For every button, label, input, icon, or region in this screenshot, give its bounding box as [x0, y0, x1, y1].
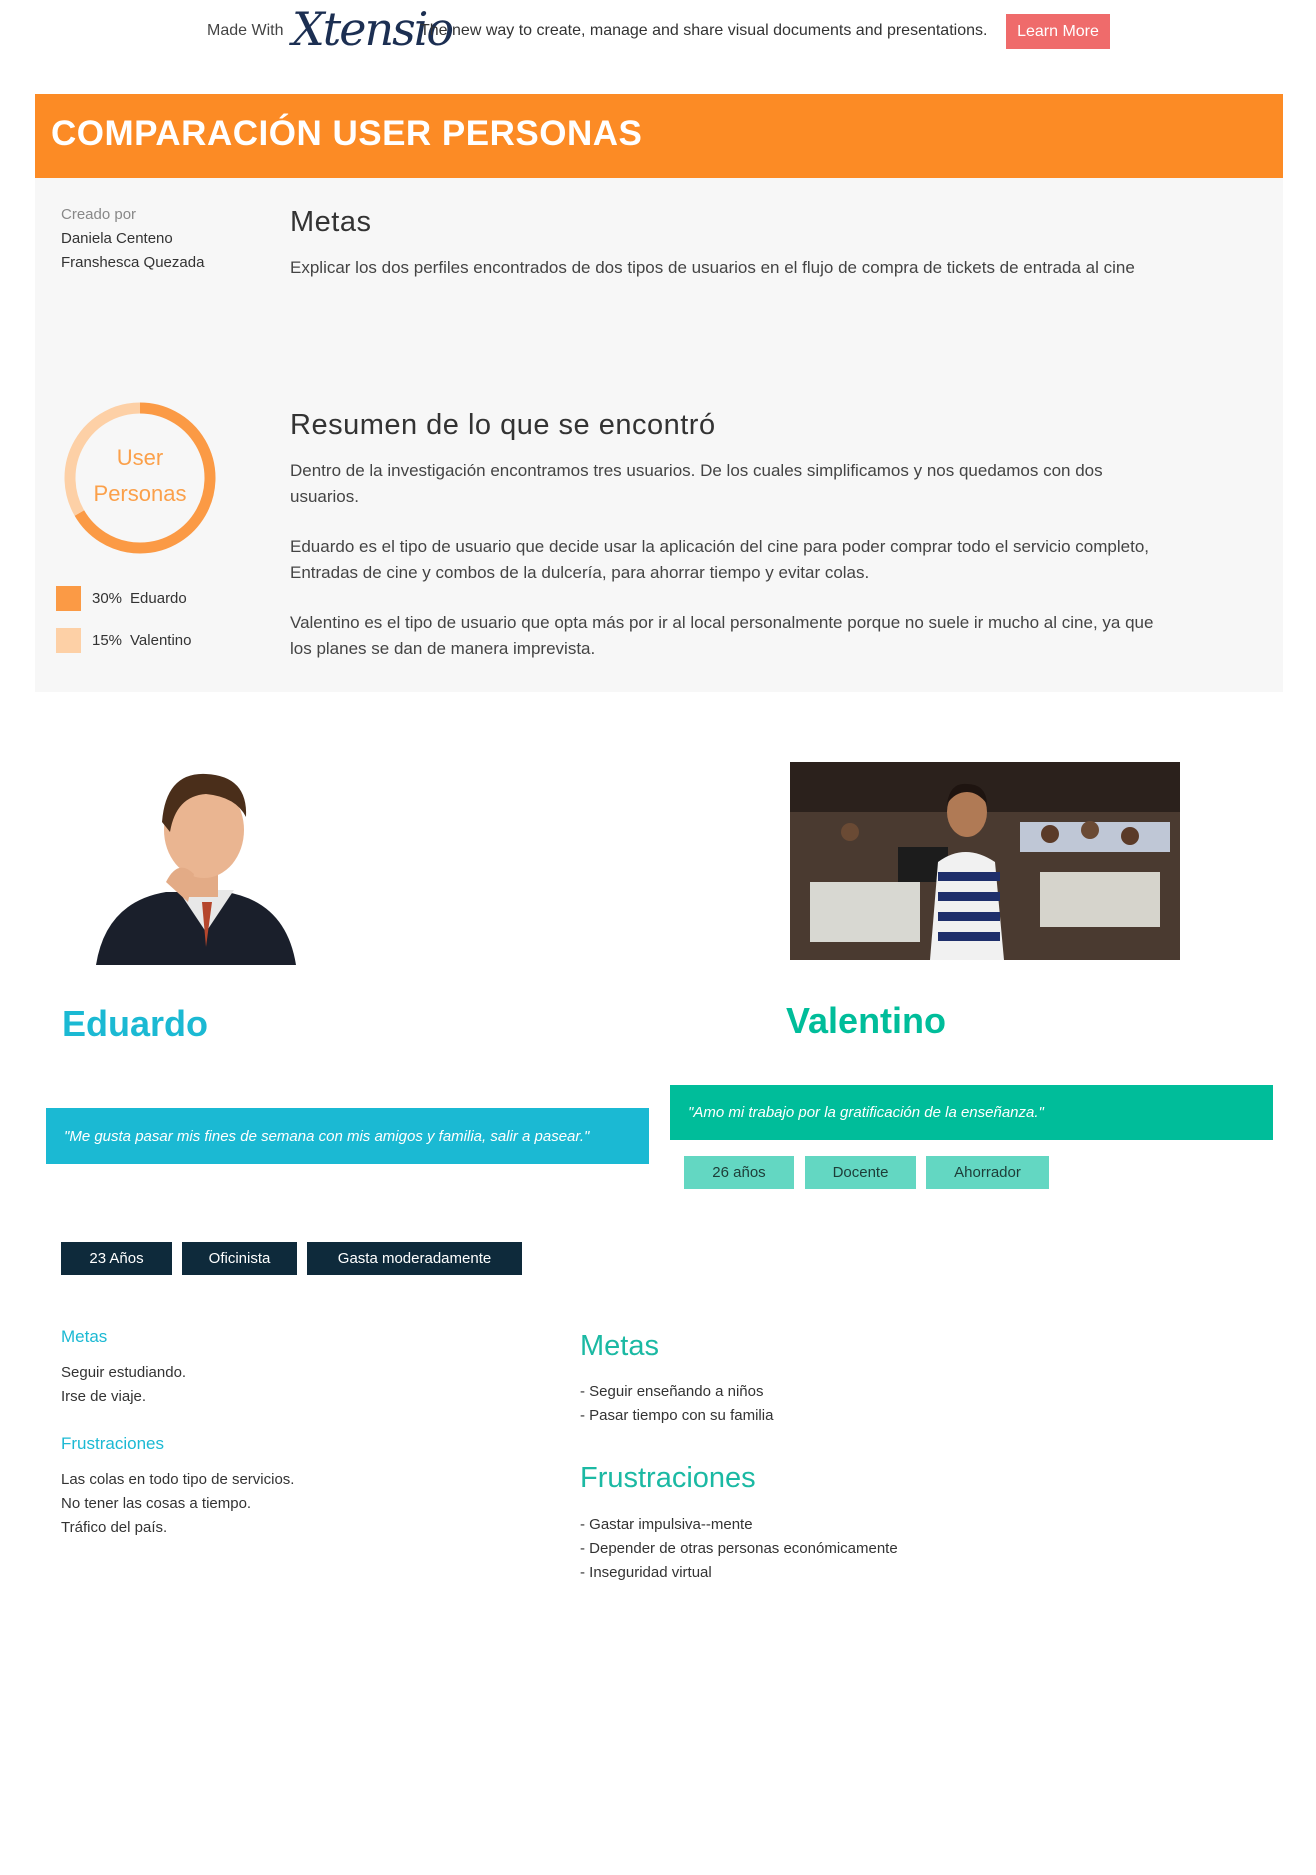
- eduardo-goals-heading: Metas: [61, 1327, 108, 1346]
- eduardo-tag-job: Oficinista: [182, 1242, 297, 1275]
- valentino-photo: [790, 762, 1180, 960]
- personas-donut-chart: [64, 402, 216, 554]
- legend-item-eduardo: 30% Eduardo: [56, 586, 187, 611]
- made-with-label: Made With: [207, 22, 284, 39]
- valentino-frustrations-list: - Gastar impulsiva--mente - Depender de …: [580, 1513, 898, 1585]
- page-header: COMPARACIÓN USER PERSONAS: [35, 94, 1283, 178]
- donut-label-line2: Personas: [93, 481, 187, 506]
- donut-slice-eduardo: [74, 402, 216, 554]
- legend-value: 30%: [92, 590, 123, 607]
- eduardo-frustrations-heading: Frustraciones: [61, 1434, 164, 1453]
- valentino-tag-age: 26 años: [684, 1156, 794, 1189]
- author-name: Franshesca Quezada: [61, 254, 205, 271]
- list-item: Tráfico del país.: [61, 1519, 168, 1536]
- valentino-frustrations-heading: Frustraciones: [580, 1462, 756, 1494]
- summary-panel: Creado por Daniela Centeno Franshesca Qu…: [35, 178, 1283, 692]
- list-item: - Inseguridad virtual: [580, 1564, 712, 1581]
- list-item: - Depender de otras personas económicame…: [580, 1540, 898, 1557]
- list-item: - Seguir enseñando a niños: [580, 1383, 764, 1400]
- eduardo-tag-age: 23 Años: [61, 1242, 172, 1275]
- promo-bar: Made With Xtensio The new way to create,…: [0, 0, 1316, 62]
- list-item: - Gastar impulsiva--mente: [580, 1516, 753, 1533]
- legend-swatch: [56, 628, 81, 653]
- findings-heading: Resumen de lo que se encontró: [290, 409, 716, 441]
- goals-text: Explicar los dos perfiles encontrados de…: [290, 258, 1135, 277]
- valentino-tag-job: Docente: [805, 1156, 916, 1189]
- promo-tagline: The new way to create, manage and share …: [420, 22, 988, 39]
- eduardo-frustrations-list: Las colas en todo tipo de servicios. No …: [61, 1468, 294, 1540]
- legend-value: 15%: [92, 632, 123, 649]
- learn-more-button[interactable]: Learn More: [1006, 14, 1110, 49]
- list-item: Seguir estudiando.: [61, 1364, 187, 1381]
- legend-item-valentino: 15% Valentino: [56, 628, 191, 653]
- eduardo-quote: "Me gusta pasar mis fines de semana con …: [46, 1108, 649, 1164]
- list-item: Las colas en todo tipo de servicios.: [61, 1471, 295, 1488]
- valentino-goals-heading: Metas: [580, 1330, 659, 1362]
- eduardo-photo: [66, 762, 324, 965]
- eduardo-goals-list: Seguir estudiando. Irse de viaje.: [61, 1361, 186, 1409]
- legend-label: Eduardo: [130, 590, 187, 607]
- findings-paragraph: Dentro de la investigación encontramos t…: [290, 461, 1103, 506]
- donut-label-line1: User: [116, 445, 164, 470]
- author-name: Daniela Centeno: [61, 230, 173, 247]
- eduardo-name: Eduardo: [62, 1003, 209, 1044]
- list-item: Irse de viaje.: [61, 1388, 147, 1405]
- eduardo-tag-spending: Gasta moderadamente: [307, 1242, 522, 1275]
- valentino-tag-spending: Ahorrador: [926, 1156, 1049, 1189]
- list-item: No tener las cosas a tiempo.: [61, 1495, 252, 1512]
- valentino-goals-list: - Seguir enseñando a niños - Pasar tiemp…: [580, 1380, 773, 1428]
- findings-paragraph: Eduardo es el tipo de usuario que decide…: [290, 537, 1150, 582]
- valentino-quote: "Amo mi trabajo por la gratificación de …: [670, 1085, 1273, 1140]
- findings-paragraph: Valentino es el tipo de usuario que opta…: [290, 613, 1154, 658]
- page-title: COMPARACIÓN USER PERSONAS: [51, 114, 643, 153]
- valentino-name: Valentino: [786, 1000, 947, 1041]
- list-item: - Pasar tiempo con su familia: [580, 1407, 774, 1424]
- created-by-label: Creado por: [61, 206, 137, 223]
- legend-swatch: [56, 586, 81, 611]
- goals-heading: Metas: [290, 206, 372, 238]
- legend-label: Valentino: [130, 632, 192, 649]
